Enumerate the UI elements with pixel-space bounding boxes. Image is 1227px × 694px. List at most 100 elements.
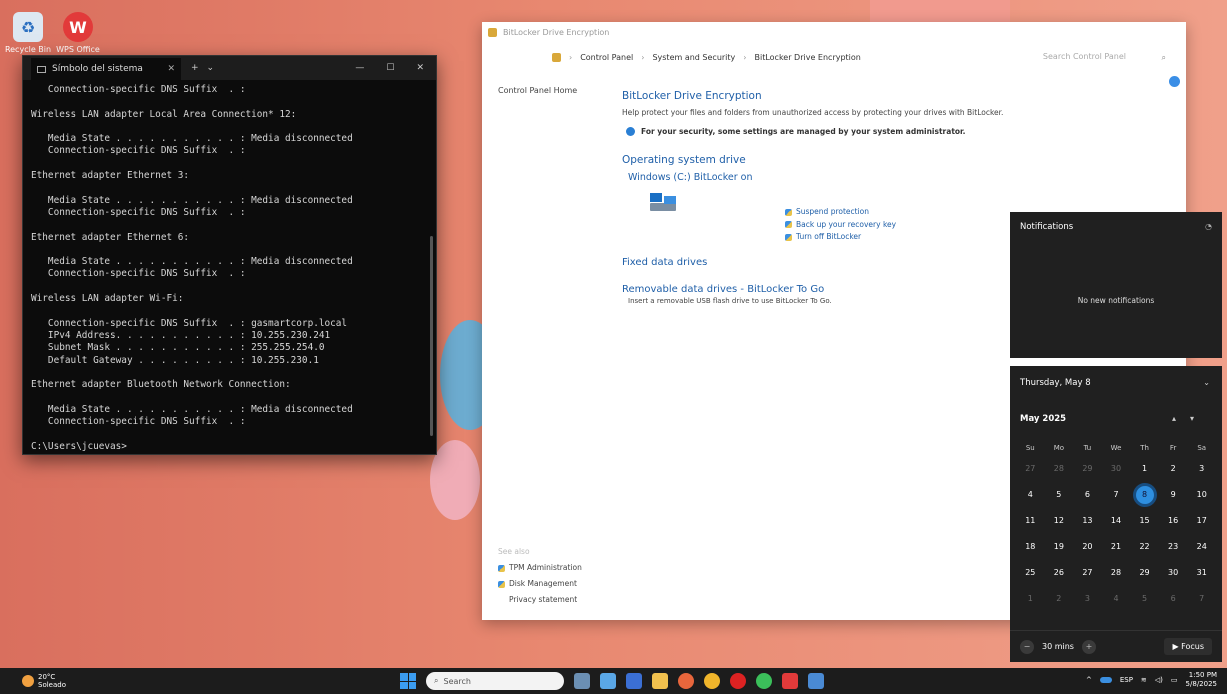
calendar-day[interactable]: 18 [1021, 538, 1039, 556]
maximize-icon[interactable]: ☐ [386, 63, 394, 73]
disk-management-link[interactable]: Disk Management [498, 576, 582, 592]
terminal-scrollbar[interactable] [430, 236, 433, 436]
calendar-day[interactable]: 13 [1078, 512, 1096, 530]
calendar-day[interactable]: 28 [1107, 564, 1125, 582]
file-explorer-icon[interactable] [652, 673, 668, 689]
calendar-day[interactable]: 1 [1136, 460, 1154, 478]
calendar-day[interactable]: 12 [1050, 512, 1068, 530]
calendar-day[interactable]: 2 [1050, 590, 1068, 608]
chevron-down-icon[interactable]: ⌄ [207, 63, 215, 73]
calendar-day[interactable]: 20 [1078, 538, 1096, 556]
wifi-icon[interactable]: ≋ [1141, 676, 1147, 684]
calendar-day[interactable]: 24 [1193, 538, 1211, 556]
cp-titlebar[interactable]: BitLocker Drive Encryption [482, 22, 1186, 42]
calendar-day[interactable]: 14 [1107, 512, 1125, 530]
chevron-up-icon[interactable]: ▴ [1172, 414, 1190, 423]
calendar-day[interactable]: 5 [1050, 486, 1068, 504]
widgets-icon[interactable] [600, 673, 616, 689]
cp-home-link[interactable]: Control Panel Home [498, 86, 577, 95]
calendar-day[interactable]: 2 [1164, 460, 1182, 478]
do-not-disturb-icon[interactable]: ◔ [1205, 222, 1212, 231]
calendar-day[interactable]: 5 [1136, 590, 1154, 608]
plus-icon[interactable]: + [1081, 639, 1096, 654]
new-tab-icon[interactable]: + [191, 63, 199, 73]
calendar-day[interactable]: 15 [1136, 512, 1154, 530]
search-icon[interactable]: ⌕ [1162, 53, 1166, 63]
calendar-day[interactable]: 19 [1050, 538, 1068, 556]
calendar-day[interactable]: 4 [1021, 486, 1039, 504]
wps-office-icon[interactable] [782, 673, 798, 689]
close-icon[interactable]: ✕ [416, 63, 424, 73]
calendar-day[interactable]: 30 [1107, 460, 1125, 478]
calendar-day[interactable]: 3 [1078, 590, 1096, 608]
app-icon[interactable] [808, 673, 824, 689]
calendar-day[interactable]: 25 [1021, 564, 1039, 582]
chevron-up-icon[interactable]: ^ [1086, 676, 1092, 684]
terminal-output[interactable]: Connection-specific DNS Suffix . : Wirele… [23, 80, 436, 457]
backup-recovery-key-link[interactable]: Back up your recovery key [785, 219, 896, 232]
desktop-icon-recycle-bin[interactable]: ♻ Recycle Bin [4, 12, 52, 54]
calendar-day[interactable]: 4 [1107, 590, 1125, 608]
focus-button[interactable]: ▶ Focus [1164, 638, 1212, 655]
calendar-day[interactable]: 28 [1050, 460, 1068, 478]
taskbar-search-input[interactable]: ⌕ Search [426, 672, 564, 690]
calendar-day[interactable]: 1 [1021, 590, 1039, 608]
os-drive-item[interactable]: Windows (C:) BitLocker on [628, 172, 1162, 183]
desktop-icon-wps[interactable]: W WPS Office [54, 12, 102, 54]
calendar-day[interactable]: 27 [1078, 564, 1096, 582]
calendar-day[interactable]: 27 [1021, 460, 1039, 478]
calendar-day[interactable]: 29 [1136, 564, 1154, 582]
calendar-day[interactable]: 29 [1078, 460, 1096, 478]
chrome-icon[interactable] [704, 673, 720, 689]
close-tab-icon[interactable]: ✕ [167, 64, 175, 74]
calendar-day[interactable]: 31 [1193, 564, 1211, 582]
suspend-protection-link[interactable]: Suspend protection [785, 206, 896, 219]
task-view-icon[interactable] [574, 673, 590, 689]
tpm-admin-link[interactable]: TPM Administration [498, 560, 582, 576]
calendar-day[interactable]: 30 [1164, 564, 1182, 582]
month-nav[interactable]: ▴▾ [1172, 414, 1208, 423]
privacy-statement-link[interactable]: Privacy statement [498, 592, 582, 608]
calendar-day[interactable]: 17 [1193, 512, 1211, 530]
chevron-down-icon[interactable]: ▾ [1190, 414, 1208, 423]
calendar-day[interactable]: 11 [1021, 512, 1039, 530]
minimize-icon[interactable]: — [355, 63, 364, 73]
calendar-day[interactable]: 21 [1107, 538, 1125, 556]
calendar-day[interactable]: 16 [1164, 512, 1182, 530]
minus-icon[interactable]: − [1020, 639, 1034, 654]
turn-off-bitlocker-link[interactable]: Turn off BitLocker [785, 231, 896, 244]
terminal-window[interactable]: Símbolo del sistema ✕ + ⌄ — ☐ ✕ Connecti… [22, 55, 437, 455]
help-icon[interactable] [1169, 76, 1180, 87]
breadcrumb-system-security[interactable]: System and Security [652, 53, 735, 62]
calendar-day[interactable]: 10 [1193, 486, 1211, 504]
calendar-day[interactable]: 3 [1193, 460, 1211, 478]
chevron-down-icon[interactable]: ⌄ [1203, 378, 1210, 387]
whatsapp-icon[interactable] [756, 673, 772, 689]
start-icon[interactable] [400, 673, 416, 689]
calendar-day[interactable]: 6 [1078, 486, 1096, 504]
cp-search-input[interactable]: Search Control Panel [1043, 52, 1126, 61]
clock[interactable]: 1:50 PM 5/8/2025 [1186, 671, 1217, 689]
calendar-day[interactable]: 9 [1164, 486, 1182, 504]
firefox-icon[interactable] [678, 673, 694, 689]
weather-widget[interactable]: 20°C Soleado [0, 673, 66, 689]
store-icon[interactable] [626, 673, 642, 689]
calendar-day[interactable]: 7 [1193, 590, 1211, 608]
calendar-day[interactable]: 26 [1050, 564, 1068, 582]
calendar-day[interactable]: 7 [1107, 486, 1125, 504]
breadcrumb-control-panel[interactable]: Control Panel [580, 53, 633, 62]
language-indicator[interactable]: ESP [1120, 676, 1133, 684]
opera-icon[interactable] [730, 673, 746, 689]
calendar-month[interactable]: May 2025 [1020, 414, 1066, 424]
calendar-day[interactable]: 22 [1136, 538, 1154, 556]
terminal-tab[interactable]: Símbolo del sistema ✕ [31, 58, 181, 80]
calendar-day[interactable]: 6 [1164, 590, 1182, 608]
calendar-day-today[interactable]: 8 [1135, 486, 1154, 504]
breadcrumb-bitlocker[interactable]: BitLocker Drive Encryption [754, 53, 860, 62]
volume-icon[interactable]: ◁) [1155, 676, 1163, 684]
onedrive-icon[interactable] [1099, 677, 1112, 683]
calendar-day[interactable]: 23 [1164, 538, 1182, 556]
terminal-titlebar[interactable]: Símbolo del sistema ✕ + ⌄ — ☐ ✕ [23, 56, 436, 80]
battery-icon[interactable]: ▭ [1171, 676, 1178, 684]
